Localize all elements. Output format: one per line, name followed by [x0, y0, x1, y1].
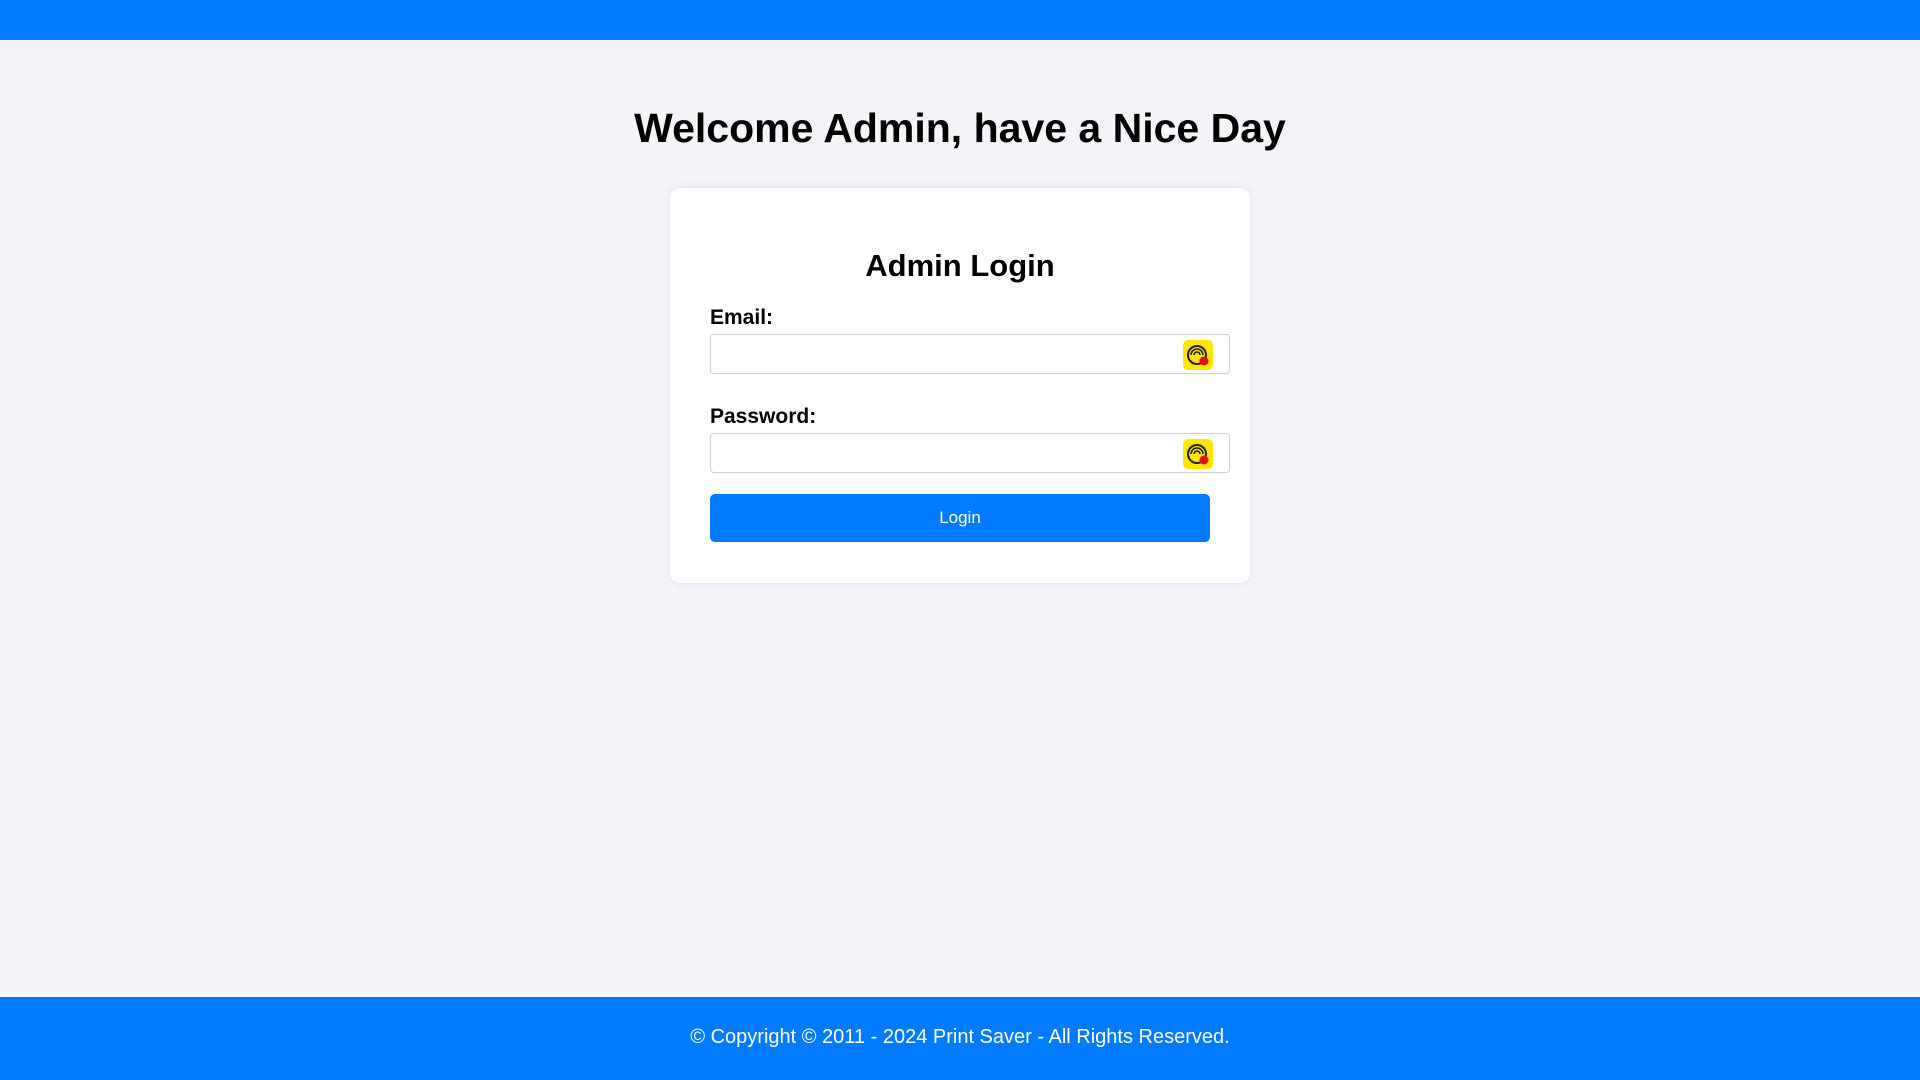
password-manager-icon[interactable] [1183, 340, 1213, 370]
password-manager-icon[interactable] [1183, 439, 1213, 469]
email-label: Email: [710, 306, 774, 329]
email-input[interactable] [719, 339, 1183, 371]
footer-copyright: © Copyright © 2011 - 2024 Print Saver - … [690, 1026, 1230, 1048]
login-button[interactable]: Login [710, 494, 1210, 542]
login-title: Admin Login [865, 248, 1055, 283]
welcome-heading: Welcome Admin, have a Nice Day [634, 105, 1286, 151]
footer: © Copyright © 2011 - 2024 Print Saver - … [0, 997, 1920, 1080]
password-label: Password: [710, 405, 817, 428]
password-input[interactable] [719, 438, 1183, 470]
email-field-wrapper [710, 334, 1230, 374]
login-card: Admin Login Email: Password: Login [670, 188, 1250, 583]
password-field-wrapper [710, 433, 1230, 473]
top-bar [0, 0, 1920, 40]
